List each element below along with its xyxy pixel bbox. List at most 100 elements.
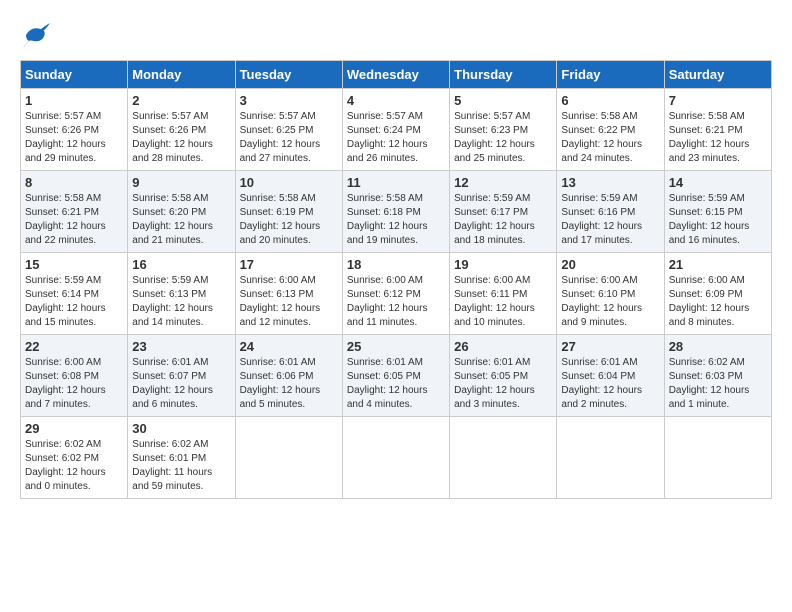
day-info: Sunrise: 5:58 AM Sunset: 6:18 PM Dayligh… [347, 192, 445, 248]
day-info: Sunrise: 5:57 AM Sunset: 6:24 PM Dayligh… [347, 110, 445, 166]
day-info: Sunrise: 5:59 AM Sunset: 6:13 PM Dayligh… [132, 274, 230, 330]
day-info: Sunrise: 6:01 AM Sunset: 6:07 PM Dayligh… [132, 356, 230, 412]
day-info: Sunrise: 5:59 AM Sunset: 6:15 PM Dayligh… [669, 192, 767, 248]
col-tuesday: Tuesday [235, 61, 342, 89]
table-row: 25 Sunrise: 6:01 AM Sunset: 6:05 PM Dayli… [342, 335, 449, 417]
calendar-week-row: 22Sunrise: 6:00 AM Sunset: 6:08 PM Dayli… [21, 335, 772, 417]
table-row: 3 Sunrise: 5:57 AM Sunset: 6:25 PM Daylig… [235, 89, 342, 171]
day-info: Sunrise: 5:59 AM Sunset: 6:17 PM Dayligh… [454, 192, 552, 248]
day-info: Sunrise: 5:58 AM Sunset: 6:20 PM Dayligh… [132, 192, 230, 248]
day-number: 6 [561, 93, 659, 108]
col-wednesday: Wednesday [342, 61, 449, 89]
table-row: 23 Sunrise: 6:01 AM Sunset: 6:07 PM Dayli… [128, 335, 235, 417]
day-number: 8 [25, 175, 123, 190]
day-number: 1 [25, 93, 123, 108]
day-number: 22 [25, 339, 123, 354]
day-number: 4 [347, 93, 445, 108]
calendar-week-row: 1 Sunrise: 5:57 AM Sunset: 6:26 PM Daylig… [21, 89, 772, 171]
table-row [235, 417, 342, 499]
day-info: Sunrise: 6:02 AM Sunset: 6:02 PM Dayligh… [25, 438, 123, 494]
table-row: 12 Sunrise: 5:59 AM Sunset: 6:17 PM Dayli… [450, 171, 557, 253]
day-info: Sunrise: 6:00 AM Sunset: 6:11 PM Dayligh… [454, 274, 552, 330]
calendar-header-row: Sunday Monday Tuesday Wednesday Thursday… [21, 61, 772, 89]
table-row: 19 Sunrise: 6:00 AM Sunset: 6:11 PM Dayli… [450, 253, 557, 335]
day-number: 27 [561, 339, 659, 354]
calendar-week-row: 29 Sunrise: 6:02 AM Sunset: 6:02 PM Dayli… [21, 417, 772, 499]
day-info: Sunrise: 6:00 AM Sunset: 6:09 PM Dayligh… [669, 274, 767, 330]
day-number: 23 [132, 339, 230, 354]
day-number: 9 [132, 175, 230, 190]
day-number: 21 [669, 257, 767, 272]
day-info: Sunrise: 5:57 AM Sunset: 6:25 PM Dayligh… [240, 110, 338, 166]
day-number: 16 [132, 257, 230, 272]
table-row: 14 Sunrise: 5:59 AM Sunset: 6:15 PM Dayli… [664, 171, 771, 253]
calendar-week-row: 15 Sunrise: 5:59 AM Sunset: 6:14 PM Dayli… [21, 253, 772, 335]
day-info: Sunrise: 6:01 AM Sunset: 6:04 PM Dayligh… [561, 356, 659, 412]
col-thursday: Thursday [450, 61, 557, 89]
day-info: Sunrise: 6:00 AM Sunset: 6:13 PM Dayligh… [240, 274, 338, 330]
day-info: Sunrise: 5:57 AM Sunset: 6:26 PM Dayligh… [132, 110, 230, 166]
day-number: 14 [669, 175, 767, 190]
day-info: Sunrise: 5:57 AM Sunset: 6:26 PM Dayligh… [25, 110, 123, 166]
day-number: 20 [561, 257, 659, 272]
table-row: 4 Sunrise: 5:57 AM Sunset: 6:24 PM Daylig… [342, 89, 449, 171]
day-number: 10 [240, 175, 338, 190]
table-row: 15 Sunrise: 5:59 AM Sunset: 6:14 PM Dayli… [21, 253, 128, 335]
day-info: Sunrise: 5:59 AM Sunset: 6:14 PM Dayligh… [25, 274, 123, 330]
day-info: Sunrise: 6:00 AM Sunset: 6:12 PM Dayligh… [347, 274, 445, 330]
day-number: 12 [454, 175, 552, 190]
table-row: 16 Sunrise: 5:59 AM Sunset: 6:13 PM Dayli… [128, 253, 235, 335]
table-row: 30 Sunrise: 6:02 AM Sunset: 6:01 PM Dayli… [128, 417, 235, 499]
table-row [450, 417, 557, 499]
day-number: 11 [347, 175, 445, 190]
day-number: 7 [669, 93, 767, 108]
table-row: 10Sunrise: 5:58 AM Sunset: 6:19 PM Dayli… [235, 171, 342, 253]
day-number: 24 [240, 339, 338, 354]
table-row: 27 Sunrise: 6:01 AM Sunset: 6:04 PM Dayli… [557, 335, 664, 417]
calendar-table: Sunday Monday Tuesday Wednesday Thursday… [20, 60, 772, 499]
day-number: 15 [25, 257, 123, 272]
table-row: 17 Sunrise: 6:00 AM Sunset: 6:13 PM Dayli… [235, 253, 342, 335]
table-row: 2 Sunrise: 5:57 AM Sunset: 6:26 PM Daylig… [128, 89, 235, 171]
table-row: 6 Sunrise: 5:58 AM Sunset: 6:22 PM Daylig… [557, 89, 664, 171]
day-number: 19 [454, 257, 552, 272]
table-row: 7 Sunrise: 5:58 AM Sunset: 6:21 PM Daylig… [664, 89, 771, 171]
day-number: 3 [240, 93, 338, 108]
day-number: 2 [132, 93, 230, 108]
table-row: 20 Sunrise: 6:00 AM Sunset: 6:10 PM Dayli… [557, 253, 664, 335]
day-number: 28 [669, 339, 767, 354]
day-info: Sunrise: 5:57 AM Sunset: 6:23 PM Dayligh… [454, 110, 552, 166]
table-row: 24 Sunrise: 6:01 AM Sunset: 6:06 PM Dayli… [235, 335, 342, 417]
table-row [664, 417, 771, 499]
day-number: 17 [240, 257, 338, 272]
day-number: 30 [132, 421, 230, 436]
day-info: Sunrise: 5:58 AM Sunset: 6:22 PM Dayligh… [561, 110, 659, 166]
day-number: 29 [25, 421, 123, 436]
day-number: 5 [454, 93, 552, 108]
col-sunday: Sunday [21, 61, 128, 89]
col-friday: Friday [557, 61, 664, 89]
col-monday: Monday [128, 61, 235, 89]
day-info: Sunrise: 6:01 AM Sunset: 6:06 PM Dayligh… [240, 356, 338, 412]
table-row: 1 Sunrise: 5:57 AM Sunset: 6:26 PM Daylig… [21, 89, 128, 171]
day-info: Sunrise: 5:58 AM Sunset: 6:21 PM Dayligh… [669, 110, 767, 166]
table-row [342, 417, 449, 499]
day-info: Sunrise: 5:59 AM Sunset: 6:16 PM Dayligh… [561, 192, 659, 248]
day-number: 26 [454, 339, 552, 354]
table-row: 29 Sunrise: 6:02 AM Sunset: 6:02 PM Dayli… [21, 417, 128, 499]
logo [20, 20, 54, 50]
day-info: Sunrise: 5:58 AM Sunset: 6:21 PM Dayligh… [25, 192, 123, 248]
table-row: 11 Sunrise: 5:58 AM Sunset: 6:18 PM Dayli… [342, 171, 449, 253]
day-info: Sunrise: 6:00 AM Sunset: 6:10 PM Dayligh… [561, 274, 659, 330]
day-info: Sunrise: 6:01 AM Sunset: 6:05 PM Dayligh… [454, 356, 552, 412]
table-row: 26 Sunrise: 6:01 AM Sunset: 6:05 PM Dayli… [450, 335, 557, 417]
day-number: 25 [347, 339, 445, 354]
table-row: 18Sunrise: 6:00 AM Sunset: 6:12 PM Dayli… [342, 253, 449, 335]
col-saturday: Saturday [664, 61, 771, 89]
day-info: Sunrise: 6:02 AM Sunset: 6:01 PM Dayligh… [132, 438, 230, 494]
day-number: 13 [561, 175, 659, 190]
day-info: Sunrise: 6:01 AM Sunset: 6:05 PM Dayligh… [347, 356, 445, 412]
table-row: 22Sunrise: 6:00 AM Sunset: 6:08 PM Dayli… [21, 335, 128, 417]
table-row: 9 Sunrise: 5:58 AM Sunset: 6:20 PM Daylig… [128, 171, 235, 253]
table-row: 5 Sunrise: 5:57 AM Sunset: 6:23 PM Daylig… [450, 89, 557, 171]
